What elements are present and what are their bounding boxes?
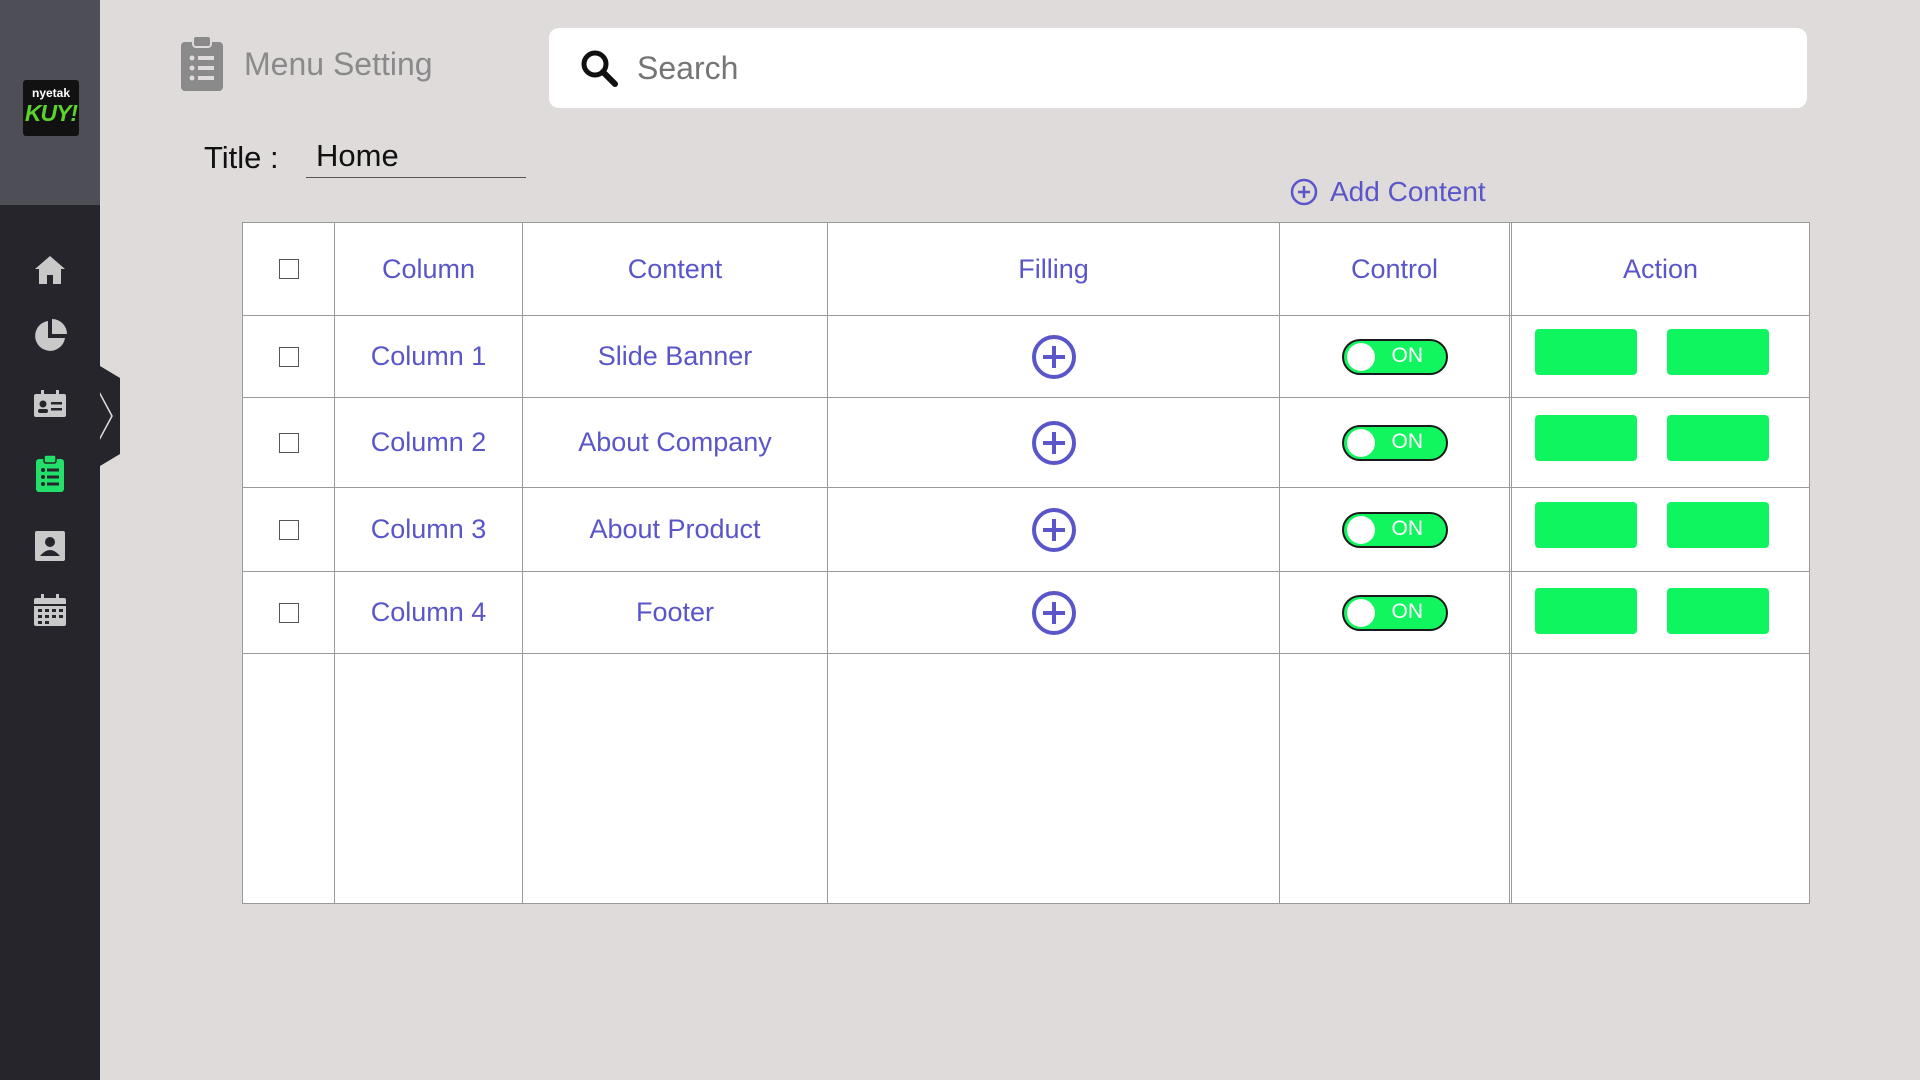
row-select [243,316,334,397]
row-select [243,398,334,487]
clipboard-list-icon [181,36,223,91]
row-select [243,488,334,571]
search-input[interactable] [635,48,1739,88]
sidebar-item-profile[interactable] [30,526,70,566]
toggle-label: ON [1391,516,1424,540]
column-divider [1509,223,1510,903]
row-checkbox[interactable] [278,346,299,367]
content-table: Column Content Filling Control Action Co… [242,222,1810,904]
title-field[interactable] [306,134,526,178]
clipboard-list-icon [36,455,64,492]
status-toggle[interactable]: ON [1341,511,1448,548]
table-header-action: Action [1622,253,1699,284]
sidebar: nyetak KUY! [0,0,100,1080]
delete-button[interactable] [1667,329,1769,375]
toggle-knob [1346,428,1375,457]
row-content: Footer [635,597,715,627]
table-header-content: Content [627,253,723,284]
plus-circle-icon[interactable] [1031,420,1077,466]
plus-circle-icon[interactable] [1031,507,1077,553]
app-logo[interactable]: nyetak KUY! [23,80,79,136]
toggle-label: ON [1391,599,1424,623]
row-filling [828,488,1279,571]
row-control: ON [1280,398,1509,487]
status-toggle[interactable]: ON [1341,338,1448,375]
row-content: About Product [589,514,761,544]
status-toggle[interactable]: ON [1341,594,1448,631]
page-title: Menu Setting [244,45,433,82]
delete-button[interactable] [1667,415,1769,461]
row-filling [828,398,1279,487]
row-divider [243,653,1809,654]
row-column: Column 4 [370,597,487,627]
table-header-filling: Filling [1018,253,1089,284]
page-header: Menu Setting [180,36,433,92]
edit-button[interactable] [1535,588,1637,634]
sidebar-header: nyetak KUY! [0,0,100,205]
delete-button[interactable] [1667,502,1769,548]
row-control: ON [1280,572,1509,653]
sidebar-item-menu-setting[interactable] [30,454,70,494]
toggle-label: ON [1391,429,1424,453]
search-bar[interactable] [549,28,1807,108]
add-content-button[interactable]: Add Content [1290,176,1486,208]
status-toggle[interactable]: ON [1341,424,1448,461]
row-column: Column 1 [370,341,487,371]
id-card-icon [34,390,66,417]
table-header-control: Control [1350,253,1439,284]
plus-circle-icon [1290,178,1318,206]
title-label: Title : [204,140,279,175]
row-control: ON [1280,488,1509,571]
row-content: About Company [578,427,772,457]
table-header-column: Column [381,253,476,284]
toggle-knob [1346,515,1375,544]
sidebar-item-calendar[interactable] [30,590,70,630]
home-icon [35,256,65,284]
delete-button[interactable] [1667,588,1769,634]
sidebar-item-members[interactable] [30,384,70,424]
row-filling [828,316,1279,397]
row-select [243,572,334,653]
chevron-right-icon [100,389,113,443]
row-checkbox[interactable] [278,602,299,623]
pie-chart-icon [35,319,67,351]
toggle-knob [1346,342,1375,371]
user-card-icon [35,531,65,561]
sidebar-item-reports[interactable] [30,316,70,356]
row-column: Column 3 [370,514,487,544]
calendar-icon [34,594,66,626]
toggle-label: ON [1391,343,1424,367]
row-control: ON [1280,316,1509,397]
row-content: Slide Banner [597,341,753,371]
search-icon[interactable] [577,46,621,90]
sidebar-collapse-toggle[interactable] [100,366,120,466]
edit-button[interactable] [1535,329,1637,375]
row-filling [828,572,1279,653]
sidebar-item-home[interactable] [30,250,70,290]
toggle-knob [1346,598,1375,627]
row-checkbox[interactable] [278,519,299,540]
row-checkbox[interactable] [278,432,299,453]
select-all-checkbox[interactable] [278,259,299,279]
edit-button[interactable] [1535,415,1637,461]
add-content-label: Add Content [1330,176,1486,207]
plus-circle-icon[interactable] [1031,334,1077,380]
column-divider [1511,223,1512,903]
row-column: Column 2 [370,427,487,457]
edit-button[interactable] [1535,502,1637,548]
table-header-select [243,223,334,315]
plus-circle-icon[interactable] [1031,590,1077,636]
